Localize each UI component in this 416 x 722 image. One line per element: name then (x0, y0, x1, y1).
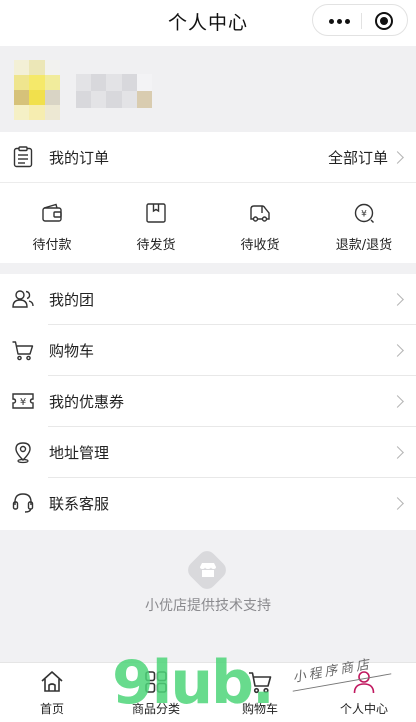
capsule-divider (361, 13, 362, 29)
my-orders-label: 我的订单 (49, 149, 110, 167)
tab-label: 个人中心 (339, 702, 388, 716)
clipboard-icon (13, 146, 33, 168)
home-icon (41, 671, 63, 692)
menu-label: 联系客服 (49, 495, 110, 513)
status-pending-payment[interactable]: 待付款 (0, 183, 104, 263)
chevron-right-icon (391, 344, 404, 357)
group-icon (12, 290, 34, 308)
location-icon (15, 442, 31, 464)
menu-item-address[interactable]: 地址管理 (0, 427, 416, 478)
menu-label: 我的优惠券 (49, 393, 125, 411)
bottom-tab-bar: 首页 商品分类 购物车 个人中心 (0, 662, 416, 722)
all-orders-link[interactable]: 全部订单 (328, 147, 388, 168)
menu-item-coupons[interactable]: ¥ 我的优惠券 (0, 376, 416, 427)
order-status-bar: 待付款 待发货 待收货 ¥ 退款/退货 (0, 183, 416, 263)
headset-icon (12, 493, 34, 513)
tech-support: 小优店提供技术支持 (0, 547, 416, 620)
shop-awning-icon (200, 563, 216, 577)
tab-label: 商品分类 (131, 702, 180, 716)
menu-item-cart[interactable]: 购物车 (0, 325, 416, 376)
chevron-right-icon (391, 446, 404, 459)
profile-header (0, 46, 416, 132)
tab-home[interactable]: 首页 (0, 663, 104, 722)
status-label: 待发货 (136, 238, 176, 253)
menu-label: 我的团 (49, 291, 95, 309)
menu-label: 购物车 (49, 342, 95, 360)
menu-label: 地址管理 (49, 444, 110, 462)
status-label: 待付款 (32, 238, 72, 253)
refund-icon: ¥ (354, 203, 374, 223)
coupon-icon: ¥ (12, 393, 34, 409)
title-bar: 个人中心 (0, 0, 416, 46)
tech-support-text: 小优店提供技术支持 (145, 598, 271, 614)
status-pending-receipt[interactable]: 待收货 (208, 183, 312, 263)
chevron-right-icon (391, 293, 404, 306)
menu-item-customer-service[interactable]: 联系客服 (0, 478, 416, 529)
target-circle-icon[interactable] (375, 12, 393, 30)
more-dots-icon[interactable] (329, 19, 351, 25)
tab-label: 首页 (39, 702, 64, 716)
cart-icon (12, 341, 34, 361)
tab-label: 购物车 (241, 702, 278, 716)
avatar[interactable] (14, 60, 60, 120)
tab-cart[interactable]: 购物车 (208, 663, 312, 722)
menu-item-my-group[interactable]: 我的团 (0, 274, 416, 325)
chevron-right-icon (391, 151, 404, 164)
mini-program-capsule (312, 4, 408, 36)
svg-text:¥: ¥ (361, 210, 367, 220)
menu-list: 我的团 购物车 ¥ 我的优惠券 地址管理 联系客服 (0, 274, 416, 530)
chevron-right-icon (391, 395, 404, 408)
tab-profile[interactable]: 个人中心 (312, 663, 416, 722)
cart-icon (249, 672, 272, 694)
package-icon (146, 203, 166, 223)
nickname-pixelated (76, 74, 152, 108)
status-refund[interactable]: ¥ 退款/退货 (312, 183, 416, 263)
grid-icon (145, 671, 167, 693)
svg-text:¥: ¥ (20, 397, 26, 408)
truck-icon (250, 205, 270, 222)
status-label: 退款/退货 (335, 238, 393, 253)
status-pending-shipment[interactable]: 待发货 (104, 183, 208, 263)
person-icon (353, 671, 375, 694)
tab-categories[interactable]: 商品分类 (104, 663, 208, 722)
chevron-right-icon (391, 497, 404, 510)
wallet-icon (42, 203, 62, 222)
status-label: 待收货 (240, 238, 280, 253)
my-orders-row[interactable]: 我的订单 全部订单 (0, 132, 416, 183)
